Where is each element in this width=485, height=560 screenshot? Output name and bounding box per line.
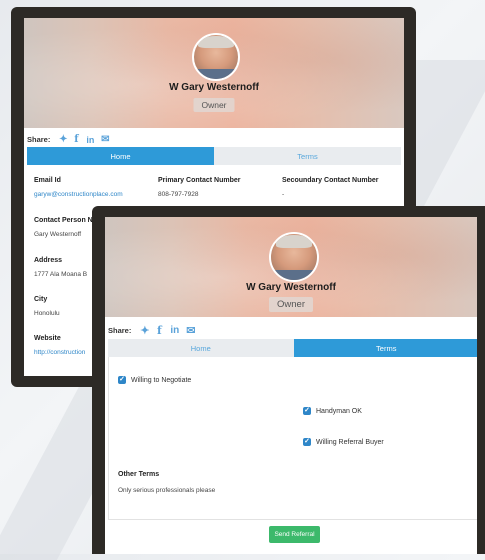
share-bar: Share: ✦ f in ✉ — [27, 134, 112, 145]
contact-person-label: Contact Person N — [34, 217, 93, 224]
tab-home[interactable]: Home — [108, 339, 294, 357]
term-label: Willing to Negotiate — [131, 376, 192, 384]
term-label: Willing Referral Buyer — [316, 438, 384, 446]
city-value: Honolulu — [34, 310, 60, 317]
profile-name: W Gary Westernoff — [169, 82, 259, 93]
primary-contact-value: 808-797-7928 — [158, 191, 199, 198]
city-label: City — [34, 296, 48, 303]
secondary-contact-label: Secoundary Contact Number — [282, 177, 379, 184]
linkedin-icon[interactable]: in — [82, 135, 98, 145]
term-label: Handyman OK — [316, 407, 362, 415]
avatar — [192, 33, 240, 81]
twitter-icon[interactable]: ✦ — [56, 134, 70, 145]
twitter-icon[interactable]: ✦ — [137, 324, 152, 337]
email-icon[interactable]: ✉ — [98, 134, 112, 145]
front-screen: W Gary Westernoff Owner Share: ✦ f in ✉ … — [105, 217, 477, 554]
profile-banner: W Gary Westernoff Owner — [24, 18, 404, 128]
linkedin-icon[interactable]: in — [166, 325, 183, 336]
secondary-contact-value: - — [282, 191, 285, 198]
tab-terms[interactable]: Terms — [214, 147, 401, 165]
other-terms-value: Only serious professionals please — [118, 487, 216, 494]
other-terms-label: Other Terms — [118, 471, 160, 478]
email-icon[interactable]: ✉ — [183, 324, 198, 337]
send-referral-button[interactable]: Send Referral — [269, 526, 320, 543]
address-label: Address — [34, 257, 63, 264]
tab-terms[interactable]: Terms — [293, 339, 477, 357]
facebook-icon[interactable]: f — [152, 324, 166, 337]
email-value[interactable]: garyw@constructionplace.com — [34, 191, 123, 198]
term-checkbox-handyman[interactable]: ✓ Handyman OK — [303, 407, 362, 415]
tab-bar: Home Terms — [27, 147, 401, 165]
avatar — [269, 232, 319, 282]
checkbox-checked-icon[interactable]: ✓ — [303, 407, 311, 415]
tab-home[interactable]: Home — [27, 147, 214, 165]
website-label: Website — [34, 335, 61, 342]
profile-role: Owner — [193, 98, 235, 112]
checkbox-checked-icon[interactable]: ✓ — [303, 438, 311, 446]
share-bar: Share: ✦ f in ✉ — [108, 324, 198, 337]
checkbox-checked-icon[interactable]: ✓ — [118, 376, 126, 384]
facebook-icon[interactable]: f — [70, 134, 82, 145]
email-label: Email Id — [34, 177, 61, 184]
primary-contact-label: Primary Contact Number — [158, 177, 241, 184]
term-checkbox-referral-buyer[interactable]: ✓ Willing Referral Buyer — [303, 438, 384, 446]
contact-person-value: Gary Westernoff — [34, 231, 82, 238]
profile-role: Owner — [269, 297, 313, 312]
profile-name: W Gary Westernoff — [246, 282, 336, 293]
address-value: 1777 Ala Moana B — [34, 271, 88, 278]
profile-banner: W Gary Westernoff Owner — [105, 217, 477, 317]
front-device-frame: W Gary Westernoff Owner Share: ✦ f in ✉ … — [92, 206, 485, 554]
tab-bar: Home Terms — [108, 339, 477, 357]
share-label: Share: — [108, 326, 132, 335]
term-checkbox-negotiate[interactable]: ✓ Willing to Negotiate — [118, 376, 191, 384]
website-value[interactable]: http://construction — [34, 349, 85, 356]
share-label: Share: — [27, 135, 51, 144]
